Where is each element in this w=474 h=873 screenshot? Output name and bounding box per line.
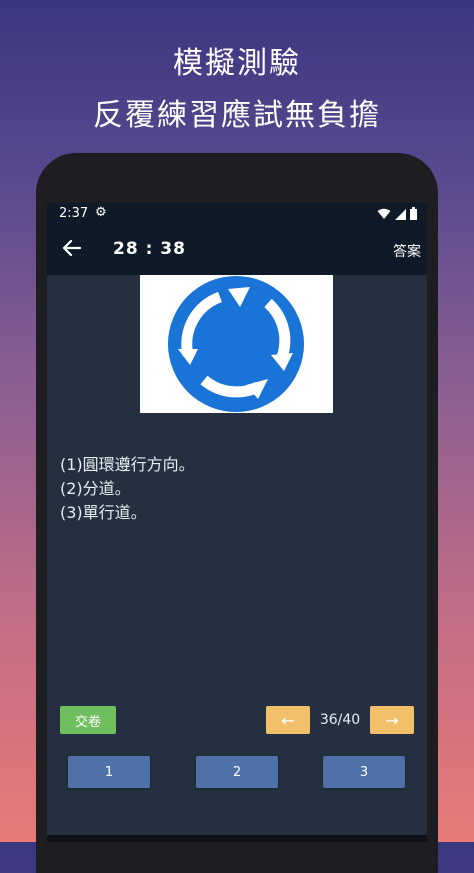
headline-title: 模擬測驗 bbox=[173, 46, 301, 81]
question-image bbox=[140, 275, 333, 413]
arrow-left-icon[interactable] bbox=[61, 237, 83, 259]
battery-icon bbox=[410, 207, 417, 220]
question-text: (1)圓環遵行方向。 (2)分道。 (3)單行道。 bbox=[60, 453, 195, 525]
headline-subtitle: 反覆練習應試無負擔 bbox=[93, 98, 381, 133]
answer-option-1-button[interactable]: 1 bbox=[68, 756, 150, 788]
navigation-bar bbox=[47, 835, 427, 842]
question-option-2: (2)分道。 bbox=[60, 479, 131, 498]
question-option-1: (1)圓環遵行方向。 bbox=[60, 455, 195, 474]
previous-question-button[interactable]: ← bbox=[266, 706, 310, 734]
wifi-icon bbox=[377, 208, 391, 219]
status-bar: 2:37 ⚙ bbox=[47, 203, 427, 225]
answer-option-2-button[interactable]: 2 bbox=[196, 756, 278, 788]
app-screen: 2:37 ⚙ 28 : 38 答案 (1)圓環遵行方向。 (2)分道。 (3)單… bbox=[47, 203, 427, 842]
submit-exam-button[interactable]: 交卷 bbox=[60, 706, 116, 734]
signal-icon bbox=[395, 208, 406, 220]
question-option-3: (3)單行道。 bbox=[60, 503, 147, 522]
roundabout-sign-icon bbox=[168, 276, 304, 412]
countdown-timer: 28 : 38 bbox=[113, 239, 186, 259]
answer-button[interactable]: 答案 bbox=[393, 241, 421, 261]
answer-option-3-button[interactable]: 3 bbox=[323, 756, 405, 788]
next-question-button[interactable]: → bbox=[370, 706, 414, 734]
status-time: 2:37 bbox=[59, 206, 89, 221]
status-icons bbox=[377, 207, 417, 220]
app-bar: 28 : 38 答案 bbox=[47, 225, 427, 275]
question-counter: 36/40 bbox=[319, 712, 361, 728]
gear-icon: ⚙ bbox=[95, 205, 107, 220]
